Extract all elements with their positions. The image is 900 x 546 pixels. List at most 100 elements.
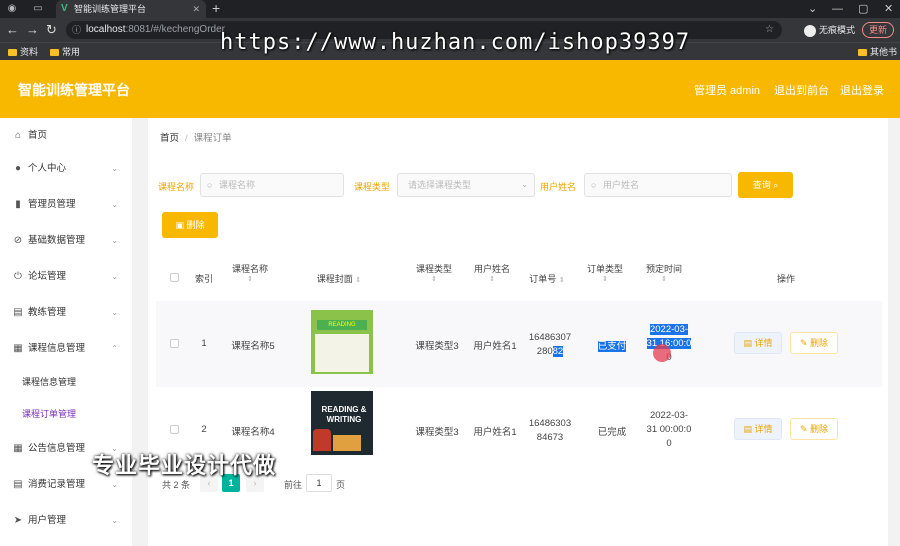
sort-icon: ⇕	[661, 276, 667, 283]
grid-icon: ▦	[13, 443, 23, 454]
cell-order-no: 16486303 84673	[524, 417, 576, 445]
header-user-name[interactable]: 用户姓名 ⇕	[468, 262, 516, 283]
cell-user-name: 用户姓名1	[473, 341, 517, 352]
cell-booking-time: 2022-03-31 16:00:00	[638, 323, 700, 365]
breadcrumb-current: 课程订单	[193, 133, 232, 144]
folder-icon	[8, 49, 17, 56]
sidebar-item-basic-data[interactable]: ⊘ 基础数据管理 ⌄	[0, 223, 132, 259]
row-checkbox[interactable]	[170, 425, 179, 434]
course-name-input[interactable]: ○ 课程名称	[200, 173, 344, 197]
query-label: 查询	[752, 180, 771, 190]
logout-link[interactable]: 退出登录	[840, 82, 884, 98]
cell-index: 1	[201, 338, 207, 349]
course-type-placeholder: 请选择课程类型	[408, 180, 472, 190]
sidebar-item-profile[interactable]: ● 个人中心 ⌄	[0, 151, 132, 187]
breadcrumb-home[interactable]: 首页	[160, 133, 179, 144]
reload-icon[interactable]: ↻	[46, 22, 57, 38]
sidebar-item-label: 用户管理	[28, 515, 67, 526]
maximize-icon[interactable]: ▢	[858, 0, 868, 18]
back-icon[interactable]: ←	[6, 22, 19, 38]
sidebar-subitem-course-info[interactable]: 课程信息管理	[0, 366, 132, 398]
main-panel: 首页 / 课程订单 课程名称 ○ 课程名称 课程类型 请选择课程类型 ⌄ 用户姓名 ○ 用…	[148, 118, 888, 546]
sidebar-item-forum[interactable]: ⏻ 论坛管理 ⌄	[0, 259, 132, 295]
time-line1: 2022-03-	[649, 324, 689, 335]
chart-icon: ▮	[15, 199, 21, 210]
row-checkbox[interactable]	[170, 339, 179, 348]
course-type-select[interactable]: 请选择课程类型 ⌄	[397, 173, 535, 197]
delete-button[interactable]: ✎ 删除	[790, 332, 838, 354]
header-label: 课程类型	[415, 264, 452, 274]
course-cover-image: READING	[311, 310, 373, 374]
url-host: localhost	[86, 24, 126, 35]
header-course-name[interactable]: 课程名称 ⇕	[224, 262, 276, 283]
cover-line2: WRITING	[326, 415, 362, 424]
header-course-type[interactable]: 课程类型 ⇕	[410, 262, 458, 283]
minimize-icon[interactable]: —	[832, 0, 843, 18]
sort-icon: ⇕	[431, 276, 437, 283]
sort-icon: ⇕	[355, 277, 362, 284]
sidebar-item-coach[interactable]: ▤ 教练管理 ⌄	[0, 295, 132, 331]
bookmark-star-icon[interactable]: ☆	[765, 21, 774, 39]
header-order-no[interactable]: 订单号 ⇕	[522, 272, 572, 285]
chevron-down-icon: ⌄	[521, 180, 528, 189]
detail-button[interactable]: ▤ 详情	[734, 332, 782, 354]
new-tab-icon[interactable]: +	[212, 0, 220, 16]
goto-label: 前往	[284, 480, 303, 490]
header-booking-time[interactable]: 预定时间 ⇕	[638, 262, 690, 283]
user-name-label: 用户姓名	[540, 182, 577, 192]
incognito-indicator[interactable]: 无痕模式	[804, 22, 855, 38]
sidebar-item-users[interactable]: ➤ 用户管理 ⌄	[0, 503, 132, 539]
order-no-line2a: 280	[536, 346, 553, 357]
receipt-icon: ▤	[13, 479, 23, 490]
cell-course-type: 课程类型3	[415, 427, 459, 438]
bookmark-folder-2[interactable]: 常用	[50, 43, 80, 61]
user-name-placeholder: 用户姓名	[603, 180, 640, 190]
power-icon: ⏻	[14, 271, 22, 282]
course-type-label: 课程类型	[354, 182, 391, 192]
select-all-checkbox[interactable]	[170, 273, 179, 282]
watermark-url: https://www.huzhan.com/ishop39397	[220, 30, 691, 55]
back-to-front-link[interactable]: 退出到前台	[774, 82, 829, 98]
sidebar-item-home[interactable]: ⌂ 首页	[0, 118, 132, 154]
cell-course-name: 课程名称4	[231, 427, 275, 438]
browser-tab-bar: ◉ ▭ V 智能训练管理平台 ✕ + ⌄ — ▢ ✕	[0, 0, 900, 18]
delete-icon: ✎	[799, 424, 808, 434]
user-name-input[interactable]: ○ 用户姓名	[584, 173, 732, 197]
query-button[interactable]: 查询 ⌕	[738, 172, 793, 198]
cell-order-no: 16486307 28082	[524, 331, 576, 359]
delete-button[interactable]: ✎ 删除	[790, 418, 838, 440]
close-tab-icon[interactable]: ✕	[192, 0, 200, 18]
tab-search-icon[interactable]: ⌄	[808, 0, 817, 18]
info-icon[interactable]: ⓘ	[72, 21, 81, 39]
chevron-up-icon: ⌃	[111, 344, 118, 353]
order-no-line2: 84673	[536, 432, 564, 443]
close-window-icon[interactable]: ✕	[884, 0, 893, 18]
bookmark-folder-1[interactable]: 资料	[8, 43, 38, 61]
folder-icon	[50, 49, 59, 56]
search-icon: ⌕	[773, 180, 779, 190]
chevron-down-icon: ⌄	[111, 236, 118, 245]
goto-page-input[interactable]: 1	[306, 474, 332, 492]
browser-tab-list-icon[interactable]: ▭	[32, 3, 44, 15]
batch-delete-label: 删除	[186, 220, 205, 230]
delete-label: 删除	[810, 424, 829, 434]
sidebar-item-course-info[interactable]: ▦ 课程信息管理 ⌃	[0, 331, 132, 367]
browser-profile-icon[interactable]: ◉	[6, 3, 18, 15]
header-order-type[interactable]: 订单类型 ⇕	[580, 262, 630, 283]
table-row: 1 课程名称5 READING 课程类型3 用户姓名1 16486307 2808…	[156, 301, 882, 387]
sidebar-item-label: 公告信息管理	[28, 443, 86, 454]
forward-icon[interactable]: →	[26, 22, 39, 38]
cell-course-type: 课程类型3	[415, 341, 459, 352]
sidebar-item-label: 消费记录管理	[28, 479, 86, 490]
cell-index: 2	[201, 424, 207, 435]
sidebar-item-admin[interactable]: ▮ 管理员管理 ⌄	[0, 187, 132, 223]
sidebar-subitem-course-order[interactable]: 课程订单管理	[0, 398, 132, 430]
update-button[interactable]: 更新	[862, 22, 895, 38]
detail-button[interactable]: ▤ 详情	[734, 418, 782, 440]
browser-tab[interactable]: V 智能训练管理平台 ✕	[56, 0, 206, 18]
batch-delete-button[interactable]: ▣ 删除	[162, 212, 218, 238]
header-cover[interactable]: 课程封面 ⇕	[308, 272, 370, 285]
cover-books	[333, 435, 361, 451]
header-label: 课程封面	[316, 274, 353, 284]
vue-logo-icon: V	[61, 3, 68, 14]
